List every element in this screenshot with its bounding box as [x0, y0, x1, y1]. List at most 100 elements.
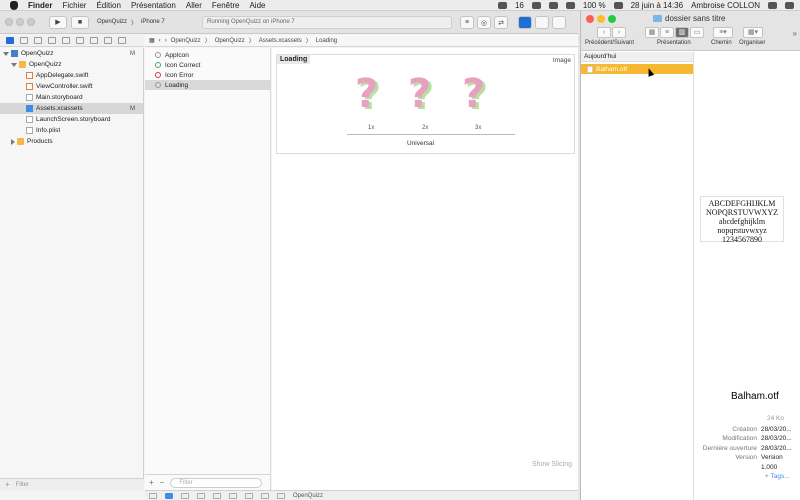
- breadcrumb-project[interactable]: OpenQuizz: [171, 38, 201, 44]
- toolbar-overflow-icon[interactable]: »: [793, 29, 797, 38]
- breadcrumb-group[interactable]: OpenQuizz: [215, 38, 245, 44]
- file-row-balham[interactable]: Balham.otf: [581, 64, 693, 74]
- preview-line: NOPQRSTUVWXYZ: [706, 208, 778, 217]
- editor-assistant-button[interactable]: ◎: [477, 16, 491, 29]
- pause-icon[interactable]: [181, 492, 189, 499]
- image-1x[interactable]: ?: [355, 71, 378, 117]
- report-navigator-icon[interactable]: [118, 37, 126, 44]
- menu-aide[interactable]: Aide: [249, 1, 265, 10]
- step-out-icon[interactable]: [229, 492, 237, 499]
- stop-button[interactable]: ■: [71, 15, 89, 29]
- bluetooth-icon[interactable]: [548, 1, 558, 9]
- menu-edition[interactable]: Édition: [96, 1, 120, 10]
- editor-version-button[interactable]: ⇄: [494, 16, 508, 29]
- debug-target[interactable]: OpenQuizz: [293, 493, 323, 499]
- breadcrumb-assets[interactable]: Assets.xcassets: [259, 38, 302, 44]
- asset-set-appicon[interactable]: AppIcon: [145, 50, 270, 60]
- column-view-button[interactable]: ▥: [675, 27, 689, 38]
- nav-item-appdelegate[interactable]: AppDelegate.swift: [0, 70, 143, 81]
- project-navigator-icon[interactable]: [6, 37, 14, 44]
- memory-graph-icon[interactable]: [261, 492, 269, 499]
- test-navigator-icon[interactable]: [76, 37, 84, 44]
- zoom-button[interactable]: [608, 15, 616, 23]
- run-button[interactable]: ▶: [49, 15, 67, 29]
- source-control-icon[interactable]: [20, 37, 28, 44]
- close-button[interactable]: [5, 18, 13, 26]
- breakpoints-icon[interactable]: [165, 492, 173, 499]
- icon-view-button[interactable]: ▦: [645, 27, 659, 38]
- minimize-button[interactable]: [16, 18, 24, 26]
- asset-set-loading[interactable]: Loading: [145, 80, 270, 90]
- image-3x[interactable]: ?: [462, 71, 485, 117]
- toggle-debug-button[interactable]: [535, 16, 549, 29]
- image-set-box[interactable]: Loading Image ? ? ? 1x 2x 3x Universal: [276, 54, 575, 154]
- simulate-location-icon[interactable]: [277, 492, 285, 499]
- back-button[interactable]: ‹: [597, 27, 611, 38]
- forward-button[interactable]: ›: [612, 27, 626, 38]
- toggle-navigator-button[interactable]: [518, 16, 532, 29]
- menu-fenetre[interactable]: Fenêtre: [212, 1, 240, 10]
- navigator-filter-input[interactable]: Filter: [16, 482, 29, 488]
- toggle-utilities-button[interactable]: [552, 16, 566, 29]
- nav-item-viewcontroller[interactable]: ViewController.swift: [0, 81, 143, 92]
- nav-item-infoplist[interactable]: Info.plist: [0, 125, 143, 136]
- dropbox-icon[interactable]: [531, 1, 541, 9]
- symbol-navigator-icon[interactable]: [34, 37, 42, 44]
- step-over-icon[interactable]: [197, 492, 205, 499]
- menu-app[interactable]: Finder: [28, 1, 52, 10]
- step-in-icon[interactable]: [213, 492, 221, 499]
- flag-icon[interactable]: [613, 1, 623, 9]
- wifi-icon[interactable]: [565, 1, 575, 9]
- nav-item-project[interactable]: OpenQuizz M: [0, 48, 143, 59]
- nav-item-group[interactable]: OpenQuizz: [0, 59, 143, 70]
- search-icon[interactable]: [768, 1, 777, 9]
- remove-asset-icon[interactable]: −: [160, 478, 165, 487]
- nav-item-assets[interactable]: Assets.xcassets M: [0, 103, 143, 114]
- view-debugger-icon[interactable]: [245, 492, 253, 499]
- zoom-button[interactable]: [27, 18, 35, 26]
- close-button[interactable]: [586, 15, 594, 23]
- breakpoint-navigator-icon[interactable]: [104, 37, 112, 44]
- nav-item-label: Products: [27, 138, 53, 145]
- add-icon[interactable]: +: [5, 480, 10, 489]
- editor-standard-button[interactable]: ≡: [460, 16, 474, 29]
- list-view-button[interactable]: ≡: [660, 27, 674, 38]
- list-icon[interactable]: [785, 1, 794, 9]
- add-asset-icon[interactable]: +: [149, 478, 154, 487]
- apple-icon[interactable]: [10, 0, 18, 10]
- asset-filter-input[interactable]: Filter: [170, 477, 263, 488]
- nav-item-launchscreen[interactable]: LaunchScreen.storyboard: [0, 114, 143, 125]
- image-2x[interactable]: ?: [408, 71, 431, 117]
- battery-level[interactable]: 100 %: [583, 1, 606, 10]
- swift-file-icon: [26, 72, 33, 79]
- scheme-selector[interactable]: OpenQuizz 〉 iPhone 7: [97, 18, 165, 27]
- disclosure-icon[interactable]: [11, 62, 17, 67]
- nav-item-products[interactable]: Products: [0, 136, 143, 147]
- gallery-view-button[interactable]: ▭: [690, 27, 704, 38]
- asset-set-icon-correct[interactable]: Icon Correct: [145, 60, 270, 70]
- add-tags-link[interactable]: + Tags...: [694, 472, 800, 481]
- menu-presentation[interactable]: Présentation: [131, 1, 176, 10]
- menu-extra-icon[interactable]: [497, 1, 507, 9]
- menu-aller[interactable]: Aller: [186, 1, 202, 10]
- asset-set-icon-error[interactable]: Icon Error: [145, 70, 270, 80]
- disclosure-icon[interactable]: [3, 51, 9, 56]
- menu-fichier[interactable]: Fichier: [62, 1, 86, 10]
- disclosure-icon[interactable]: [11, 138, 15, 145]
- path-button[interactable]: ≡▾: [713, 27, 733, 38]
- find-navigator-icon[interactable]: [48, 37, 56, 44]
- debug-navigator-icon[interactable]: [90, 37, 98, 44]
- hide-debug-icon[interactable]: [149, 492, 157, 499]
- related-items-icon[interactable]: ▦: [149, 37, 155, 44]
- show-slicing-button[interactable]: Show Slicing: [532, 461, 572, 468]
- issue-navigator-icon[interactable]: [62, 37, 70, 44]
- back-icon[interactable]: ‹: [159, 38, 161, 44]
- arrange-button[interactable]: ▦▾: [743, 27, 763, 38]
- clock[interactable]: 28 juin à 14:36: [631, 1, 684, 10]
- user-name[interactable]: Ambroise COLLON: [691, 1, 760, 10]
- minimize-button[interactable]: [597, 15, 605, 23]
- breadcrumb-imageset[interactable]: Loading: [316, 38, 337, 44]
- nav-item-main-storyboard[interactable]: Main.storyboard: [0, 92, 143, 103]
- notification-count[interactable]: 16: [515, 1, 524, 10]
- forward-icon[interactable]: ›: [165, 38, 167, 44]
